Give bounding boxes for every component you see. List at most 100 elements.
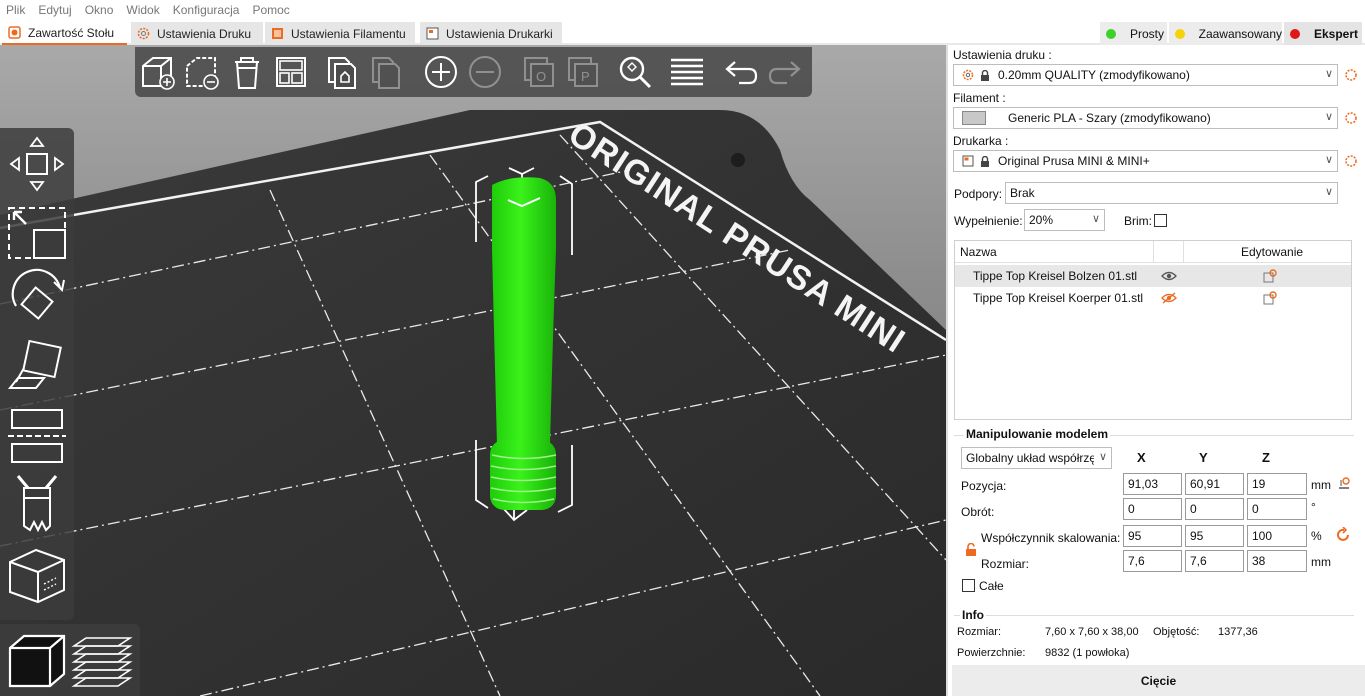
- cube-icon: [9, 548, 65, 604]
- print-settings-label: Ustawienia druku :: [953, 48, 1052, 62]
- svg-text:O: O: [536, 69, 546, 84]
- add-object-button[interactable]: [139, 52, 179, 92]
- object-row[interactable]: Tippe Top Kreisel Bolzen 01.stl: [955, 265, 1351, 287]
- move-icon: [9, 136, 65, 192]
- top-toolbar: O P: [135, 47, 812, 97]
- undo-button[interactable]: [721, 52, 761, 92]
- 3d-view-button[interactable]: [4, 628, 68, 692]
- axis-y-header: Y: [1199, 450, 1208, 465]
- delete-object-button[interactable]: [183, 52, 223, 92]
- right-sidebar: Ustawienia druku : 0.20mm QUALITY (zmody…: [946, 45, 1365, 696]
- layers-editing-button[interactable]: [667, 52, 707, 92]
- scale-z-field[interactable]: 100: [1247, 525, 1307, 547]
- cut-tool-button[interactable]: [4, 404, 70, 468]
- add-instance-button[interactable]: [421, 52, 461, 92]
- tab-label: Ustawienia Filamentu: [291, 26, 406, 41]
- mode-advanced-button[interactable]: Zaawansowany: [1169, 22, 1282, 45]
- redo-button[interactable]: [765, 52, 805, 92]
- position-y-field[interactable]: 60,91: [1185, 473, 1244, 495]
- print-preset-value: 0.20mm QUALITY (zmodyfikowano): [998, 68, 1190, 82]
- split-parts-button[interactable]: P: [563, 52, 603, 92]
- size-x-field[interactable]: 7,6: [1123, 550, 1182, 572]
- menu-bar: Plik Edytuj Okno Widok Konfiguracja Pomo…: [0, 0, 1365, 20]
- scale-tool-button[interactable]: [4, 200, 70, 264]
- printer-label: Drukarka :: [953, 134, 1009, 148]
- remove-instance-button[interactable]: [465, 52, 505, 92]
- copy-button[interactable]: [321, 52, 361, 92]
- move-tool-button[interactable]: [4, 132, 70, 196]
- svg-text:P: P: [581, 69, 590, 84]
- printer-icon: [962, 155, 974, 167]
- search-button[interactable]: [615, 52, 655, 92]
- settings-gear-icon[interactable]: [1344, 111, 1358, 125]
- mesh-boolean-button[interactable]: [4, 544, 70, 608]
- object-row[interactable]: Tippe Top Kreisel Koerper 01.stl: [955, 287, 1351, 309]
- infill-value: 20%: [1029, 213, 1054, 227]
- tab-print-settings[interactable]: Ustawienia Druku: [131, 22, 263, 45]
- object-list: Nazwa Edytowanie Tippe Top Kreisel Bolze…: [954, 240, 1352, 420]
- reset-scale-icon[interactable]: [1337, 527, 1351, 543]
- edit-settings-icon[interactable]: [1263, 269, 1277, 283]
- layers-icon: [671, 58, 703, 86]
- coordinate-system-combo[interactable]: Globalny układ współrzę ∨: [961, 447, 1112, 469]
- settings-gear-icon[interactable]: [1344, 154, 1358, 168]
- 3d-viewport[interactable]: ORIGINAL PRUSA MINI O P: [0, 45, 946, 696]
- brim-checkbox[interactable]: [1154, 214, 1167, 227]
- object-list-header: Nazwa Edytowanie: [955, 241, 1351, 263]
- whole-object-label: Całe: [979, 579, 1004, 593]
- lock-icon: [980, 69, 990, 81]
- 3d-model-bolt: [490, 177, 557, 510]
- eye-icon[interactable]: [1161, 270, 1177, 282]
- menu-view[interactable]: Widok: [126, 3, 159, 17]
- place-on-face-button[interactable]: [4, 336, 70, 400]
- rotate-tool-button[interactable]: [4, 268, 70, 332]
- delete-all-button[interactable]: [227, 52, 267, 92]
- info-size-label: Rozmiar:: [957, 626, 1002, 638]
- mode-expert-button[interactable]: Ekspert: [1284, 22, 1362, 45]
- menu-file[interactable]: Plik: [6, 3, 25, 17]
- paste-button[interactable]: [365, 52, 405, 92]
- print-preset-combo[interactable]: 0.20mm QUALITY (zmodyfikowano) ∨: [953, 64, 1338, 86]
- position-x-field[interactable]: 91,03: [1123, 473, 1182, 495]
- size-y-field[interactable]: 7,6: [1185, 550, 1244, 572]
- supports-combo[interactable]: Brak ∨: [1005, 182, 1338, 204]
- split-objects-button[interactable]: O: [519, 52, 559, 92]
- remove-cube-icon: [186, 57, 219, 90]
- paint-supports-button[interactable]: [4, 472, 70, 536]
- size-z-field[interactable]: 38: [1247, 550, 1307, 572]
- drop-to-bed-icon[interactable]: [1337, 476, 1351, 490]
- menu-edit[interactable]: Edytuj: [38, 3, 71, 17]
- unlock-icon[interactable]: [965, 543, 977, 557]
- preview-button[interactable]: [70, 628, 134, 692]
- rotation-x-field[interactable]: 0: [1123, 498, 1182, 520]
- rotation-y-field[interactable]: 0: [1185, 498, 1244, 520]
- scale-y-field[interactable]: 95: [1185, 525, 1244, 547]
- arrange-button[interactable]: [271, 52, 311, 92]
- gear-icon: [137, 27, 150, 40]
- mode-simple-button[interactable]: Prosty: [1100, 22, 1167, 45]
- plater-icon: [8, 26, 21, 39]
- scene-canvas: ORIGINAL PRUSA MINI: [0, 45, 946, 696]
- position-z-field[interactable]: 19: [1247, 473, 1307, 495]
- settings-gear-icon[interactable]: [1344, 68, 1358, 82]
- whole-object-checkbox[interactable]: [962, 579, 975, 592]
- menu-window[interactable]: Okno: [85, 3, 114, 17]
- position-label: Pozycja:: [961, 479, 1007, 493]
- scale-unit: %: [1311, 529, 1322, 543]
- filament-preset-combo[interactable]: Generic PLA - Szary (zmodyfikowano) ∨: [953, 107, 1338, 129]
- infill-combo[interactable]: 20% ∨: [1024, 209, 1105, 231]
- edit-settings-icon[interactable]: [1263, 291, 1277, 305]
- rotation-z-field[interactable]: 0: [1247, 498, 1307, 520]
- tab-printer-settings[interactable]: Ustawienia Drukarki: [420, 22, 562, 45]
- menu-configuration[interactable]: Konfiguracja: [173, 3, 240, 17]
- mode-advanced-dot-icon: [1175, 28, 1185, 39]
- slice-button[interactable]: Cięcie: [952, 665, 1365, 696]
- rotation-unit: °: [1311, 500, 1316, 514]
- tab-plater[interactable]: Zawartość Stołu: [2, 22, 127, 45]
- eye-hidden-icon[interactable]: [1161, 292, 1177, 304]
- scale-icon: [8, 207, 66, 259]
- menu-help[interactable]: Pomoc: [252, 3, 289, 17]
- printer-preset-combo[interactable]: Original Prusa MINI & MINI+ ∨: [953, 150, 1338, 172]
- tab-filament-settings[interactable]: Ustawienia Filamentu: [265, 22, 415, 45]
- scale-x-field[interactable]: 95: [1123, 525, 1182, 547]
